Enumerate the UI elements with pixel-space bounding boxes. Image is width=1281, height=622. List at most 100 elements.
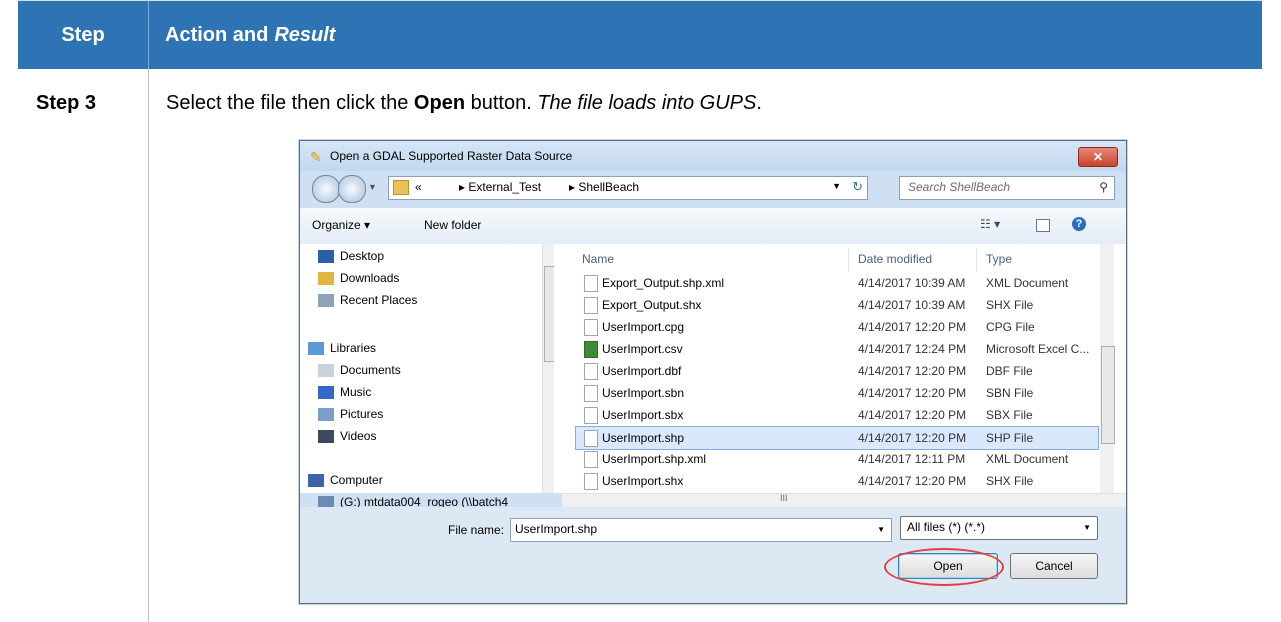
column-divider[interactable] (848, 248, 849, 272)
file-name: Export_Output.shx (602, 298, 702, 312)
sidebar-item[interactable]: Videos (318, 426, 376, 446)
instruction-open: Open (413, 92, 466, 114)
sidebar-item-label: Videos (340, 429, 377, 443)
file-date: 4/14/2017 12:20 PM (858, 431, 967, 445)
videos-icon (318, 429, 334, 443)
breadcrumb-external-test[interactable]: ▸ External_Test (459, 180, 541, 194)
cancel-button[interactable]: Cancel (1010, 553, 1098, 579)
sidebar-item[interactable]: Libraries (308, 338, 376, 358)
dialog-title: Open a GDAL Supported Raster Data Source (330, 149, 573, 163)
file-type: SHX File (986, 474, 1034, 488)
help-icon[interactable]: ? (1072, 217, 1086, 231)
file-type: Microsoft Excel C... (986, 342, 1090, 356)
refresh-icon[interactable]: ↻ (852, 179, 863, 195)
file-date: 4/14/2017 12:20 PM (858, 364, 967, 378)
navigation-pane: Desktop Downloads Recent Places Libraries Do… (300, 244, 554, 509)
new-folder-button[interactable]: New folder (424, 218, 481, 232)
column-header-date[interactable]: Date modified (858, 252, 932, 266)
file-name: UserImport.shx (602, 474, 684, 488)
sidebar-item-label: Desktop (340, 249, 385, 263)
step-instruction: Select the file then click the Open butt… (166, 92, 762, 115)
sidebar-item[interactable]: Documents (318, 360, 401, 380)
file-icon (584, 385, 598, 402)
sidebar-item-label: Recent Places (340, 293, 418, 307)
table-header: Step Action and Result (18, 0, 1262, 69)
file-type-value: All files (*) (*.*) (907, 520, 986, 534)
file-icon (584, 407, 598, 424)
file-date: 4/14/2017 10:39 AM (858, 276, 966, 290)
libraries-icon (308, 341, 324, 355)
file-icon (584, 451, 598, 468)
table-row[interactable]: UserImport.shx 4/14/2017 12:20 PM SHX File (576, 470, 1098, 492)
highlight-ring (884, 548, 1004, 586)
sidebar-item[interactable]: Downloads (318, 268, 399, 288)
file-icon (584, 319, 598, 336)
header-step: Step (61, 23, 105, 46)
table-row[interactable]: UserImport.csv 4/14/2017 12:24 PM Microsof… (576, 338, 1098, 360)
search-input[interactable]: Search ShellBeach ⚲ (899, 176, 1115, 200)
sidebar-item[interactable]: Pictures (318, 404, 383, 424)
forward-button[interactable] (338, 175, 366, 203)
table-row[interactable]: UserImport.dbf 4/14/2017 12:20 PM DBF File (576, 360, 1098, 382)
file-type: SBX File (986, 408, 1033, 422)
file-type: SHP File (986, 431, 1034, 445)
file-type: DBF File (986, 364, 1033, 378)
address-bar: ▼ « ▸ External_Test ▸ ShellBeach ▼ ↻ Sea… (300, 171, 1126, 205)
column-divider[interactable] (976, 248, 977, 272)
instruction-result: The file loads into GUPS (537, 92, 757, 114)
computer-icon (308, 473, 324, 487)
table-row[interactable]: UserImport.sbx 4/14/2017 12:20 PM SBX File (576, 404, 1098, 426)
file-date: 4/14/2017 12:20 PM (858, 408, 967, 422)
file-name-dropdown-icon[interactable]: ▼ (877, 525, 885, 534)
table-row[interactable]: UserImport.cpg 4/14/2017 12:20 PM CPG File (576, 316, 1098, 338)
close-button[interactable]: ✕ (1078, 147, 1118, 167)
recent-places-icon (318, 293, 334, 307)
table-row[interactable]: UserImport.shp 4/14/2017 12:20 PM SHP File (575, 426, 1099, 450)
change-view-icon[interactable]: ☷ ▾ (980, 217, 1000, 231)
file-name-label: File name: (448, 523, 505, 537)
header-action: Action and Result (165, 1, 335, 69)
sidebar-item[interactable]: Desktop (318, 246, 384, 266)
file-type-dropdown-icon[interactable]: ▼ (1083, 523, 1091, 532)
search-placeholder: Search ShellBeach (908, 180, 1011, 194)
file-name: UserImport.dbf (602, 364, 682, 378)
sidebar-item[interactable]: Computer (308, 470, 383, 490)
documents-icon (318, 363, 334, 377)
horizontal-scrollbar[interactable]: III (562, 493, 1126, 508)
file-name: UserImport.sbx (602, 408, 684, 422)
table-row[interactable]: Export_Output.shp.xml 4/14/2017 10:39 AM X… (576, 272, 1098, 294)
file-type: SHX File (986, 298, 1034, 312)
back-button[interactable] (312, 175, 340, 203)
header-divider (148, 1, 149, 69)
file-type: XML Document (986, 276, 1069, 290)
recent-pages-dropdown-icon[interactable]: ▼ (368, 182, 377, 192)
table-row[interactable]: UserImport.shp.xml 4/14/2017 12:11 PM XML … (576, 448, 1098, 470)
file-date: 4/14/2017 10:39 AM (858, 298, 966, 312)
sidebar-item-label: Libraries (330, 341, 377, 355)
open-file-dialog: ✎ Open a GDAL Supported Raster Data Sour… (299, 140, 1127, 604)
file-list-scrollbar[interactable] (1100, 244, 1115, 493)
sidebar-item[interactable]: Music (318, 382, 371, 402)
breadcrumb-overflow[interactable]: « (415, 180, 422, 194)
table-row[interactable]: UserImport.sbn 4/14/2017 12:20 PM SBN File (576, 382, 1098, 404)
horizontal-scrollbar-thumb[interactable]: III (780, 493, 788, 503)
instruction-middle: button. (465, 92, 538, 114)
address-dropdown-icon[interactable]: ▼ (832, 181, 841, 191)
pane-splitter[interactable] (554, 244, 562, 493)
file-name: Export_Output.shp.xml (602, 276, 725, 290)
breadcrumb-shellbeach[interactable]: ▸ ShellBeach (569, 180, 639, 194)
file-list-scrollbar-thumb[interactable] (1101, 346, 1115, 444)
music-icon (318, 385, 334, 399)
file-name: UserImport.shp (602, 431, 685, 445)
sidebar-item[interactable]: Recent Places (318, 290, 417, 310)
preview-pane-icon[interactable] (1036, 219, 1050, 232)
table-row[interactable]: Export_Output.shx 4/14/2017 10:39 AM SHX F… (576, 294, 1098, 316)
organize-button[interactable]: Organize ▾ (312, 218, 370, 232)
file-name-field[interactable]: UserImport.shp ▼ (510, 518, 892, 542)
sidebar-item-label: Computer (330, 473, 383, 487)
breadcrumb[interactable]: « ▸ External_Test ▸ ShellBeach ▼ ↻ (388, 176, 868, 200)
file-type-select[interactable]: All files (*) (*.*) ▼ (900, 516, 1098, 540)
column-header-name[interactable]: Name (582, 252, 614, 266)
column-header-type[interactable]: Type (986, 252, 1012, 266)
search-icon[interactable]: ⚲ (1099, 180, 1108, 194)
